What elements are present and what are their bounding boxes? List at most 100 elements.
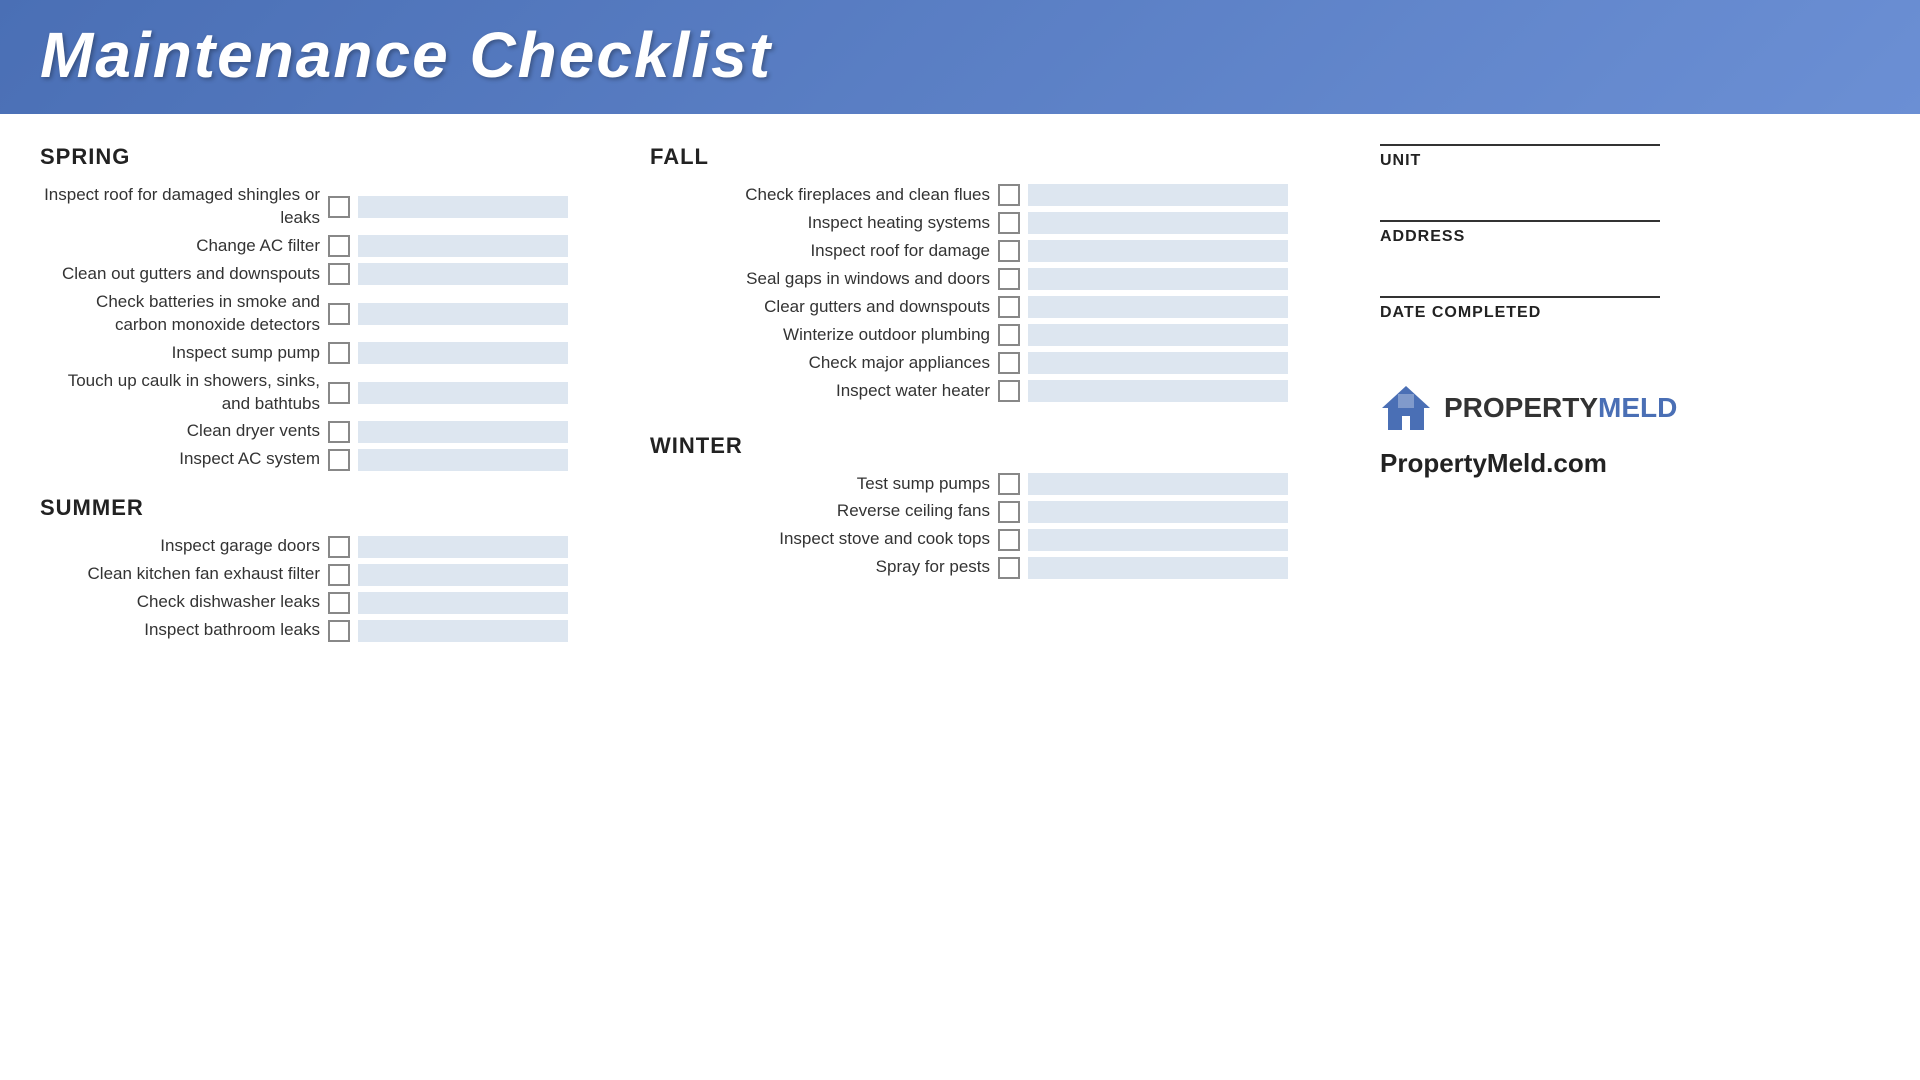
summer-title: SUMMER	[40, 495, 620, 521]
spring-bar-5	[358, 342, 568, 364]
logo-meld: MELD	[1598, 392, 1677, 423]
spring-bar-6	[358, 382, 568, 404]
list-item: Winterize outdoor plumbing	[650, 324, 1320, 347]
list-item: Check batteries in smoke and carbon mono…	[40, 291, 620, 337]
fall-bar-5	[1028, 296, 1288, 318]
list-item: Test sump pumps	[650, 473, 1320, 496]
summer-bar-4	[358, 620, 568, 642]
spring-bar-3	[358, 263, 568, 285]
logo-area: PROPERTYMELD	[1380, 382, 1880, 434]
spring-bar-1	[358, 196, 568, 218]
fall-title: FALL	[650, 144, 1320, 170]
left-column: SPRING Inspect roof for damaged shingles…	[40, 144, 620, 647]
fall-item-8: Inspect water heater	[650, 380, 990, 403]
list-item: Check dishwasher leaks	[40, 591, 620, 614]
spring-check-6[interactable]	[328, 382, 350, 404]
fall-check-6[interactable]	[998, 324, 1020, 346]
spring-check-3[interactable]	[328, 263, 350, 285]
fall-check-4[interactable]	[998, 268, 1020, 290]
spring-bar-4	[358, 303, 568, 325]
date-field-group: DATE COMPLETED	[1380, 296, 1880, 322]
list-item: Clean dryer vents	[40, 420, 620, 443]
unit-field-group: UNIT	[1380, 144, 1880, 170]
fall-bar-7	[1028, 352, 1288, 374]
summer-bar-2	[358, 564, 568, 586]
summer-item-4: Inspect bathroom leaks	[40, 619, 320, 642]
spring-check-8[interactable]	[328, 449, 350, 471]
fall-check-7[interactable]	[998, 352, 1020, 374]
list-item: Reverse ceiling fans	[650, 500, 1320, 523]
winter-bar-4	[1028, 557, 1288, 579]
propertymeld-logo-icon	[1380, 382, 1432, 434]
list-item: Inspect water heater	[650, 380, 1320, 403]
spring-item-1: Inspect roof for damaged shingles or lea…	[40, 184, 320, 230]
list-item: Spray for pests	[650, 556, 1320, 579]
spring-check-7[interactable]	[328, 421, 350, 443]
spring-item-8: Inspect AC system	[40, 448, 320, 471]
fall-check-5[interactable]	[998, 296, 1020, 318]
fall-bar-1	[1028, 184, 1288, 206]
list-item: Change AC filter	[40, 235, 620, 258]
fall-check-8[interactable]	[998, 380, 1020, 402]
list-item: Inspect AC system	[40, 448, 620, 471]
winter-check-2[interactable]	[998, 501, 1020, 523]
fall-check-2[interactable]	[998, 212, 1020, 234]
summer-item-2: Clean kitchen fan exhaust filter	[40, 563, 320, 586]
spring-check-2[interactable]	[328, 235, 350, 257]
spring-title: SPRING	[40, 144, 620, 170]
address-label: ADDRESS	[1380, 228, 1880, 246]
fall-bar-6	[1028, 324, 1288, 346]
spring-item-4: Check batteries in smoke and carbon mono…	[40, 291, 320, 337]
fall-check-1[interactable]	[998, 184, 1020, 206]
spring-item-6: Touch up caulk in showers, sinks, and ba…	[40, 370, 320, 416]
winter-bar-1	[1028, 473, 1288, 495]
fall-bar-2	[1028, 212, 1288, 234]
date-input-line[interactable]	[1380, 296, 1660, 298]
fall-check-3[interactable]	[998, 240, 1020, 262]
fall-bar-8	[1028, 380, 1288, 402]
fall-bar-3	[1028, 240, 1288, 262]
middle-column: FALL Check fireplaces and clean flues In…	[620, 144, 1320, 647]
list-item: Inspect heating systems	[650, 212, 1320, 235]
list-item: Seal gaps in windows and doors	[650, 268, 1320, 291]
spring-check-4[interactable]	[328, 303, 350, 325]
summer-check-2[interactable]	[328, 564, 350, 586]
spring-item-2: Change AC filter	[40, 235, 320, 258]
fall-bar-4	[1028, 268, 1288, 290]
spring-item-7: Clean dryer vents	[40, 420, 320, 443]
list-item: Touch up caulk in showers, sinks, and ba…	[40, 370, 620, 416]
summer-bar-1	[358, 536, 568, 558]
spring-item-3: Clean out gutters and downspouts	[40, 263, 320, 286]
summer-check-1[interactable]	[328, 536, 350, 558]
unit-input-line[interactable]	[1380, 144, 1660, 146]
list-item: Inspect stove and cook tops	[650, 528, 1320, 551]
header: Maintenance Checklist	[0, 0, 1920, 114]
winter-title: WINTER	[650, 433, 1320, 459]
spring-check-5[interactable]	[328, 342, 350, 364]
list-item: Inspect garage doors	[40, 535, 620, 558]
summer-check-4[interactable]	[328, 620, 350, 642]
spring-check-1[interactable]	[328, 196, 350, 218]
winter-item-1: Test sump pumps	[650, 473, 990, 496]
winter-check-4[interactable]	[998, 557, 1020, 579]
summer-check-3[interactable]	[328, 592, 350, 614]
list-item: Inspect roof for damage	[650, 240, 1320, 263]
list-item: Inspect sump pump	[40, 342, 620, 365]
winter-check-3[interactable]	[998, 529, 1020, 551]
spring-bar-7	[358, 421, 568, 443]
fall-item-5: Clear gutters and downspouts	[650, 296, 990, 319]
fall-item-7: Check major appliances	[650, 352, 990, 375]
list-item: Clean out gutters and downspouts	[40, 263, 620, 286]
summer-item-3: Check dishwasher leaks	[40, 591, 320, 614]
unit-label: UNIT	[1380, 152, 1880, 170]
logo-text: PROPERTYMELD	[1444, 392, 1677, 424]
fall-item-2: Inspect heating systems	[650, 212, 990, 235]
winter-check-1[interactable]	[998, 473, 1020, 495]
fall-item-6: Winterize outdoor plumbing	[650, 324, 990, 347]
address-input-line[interactable]	[1380, 220, 1660, 222]
date-label: DATE COMPLETED	[1380, 304, 1880, 322]
winter-item-3: Inspect stove and cook tops	[650, 528, 990, 551]
winter-item-2: Reverse ceiling fans	[650, 500, 990, 523]
spring-bar-2	[358, 235, 568, 257]
winter-bar-2	[1028, 501, 1288, 523]
